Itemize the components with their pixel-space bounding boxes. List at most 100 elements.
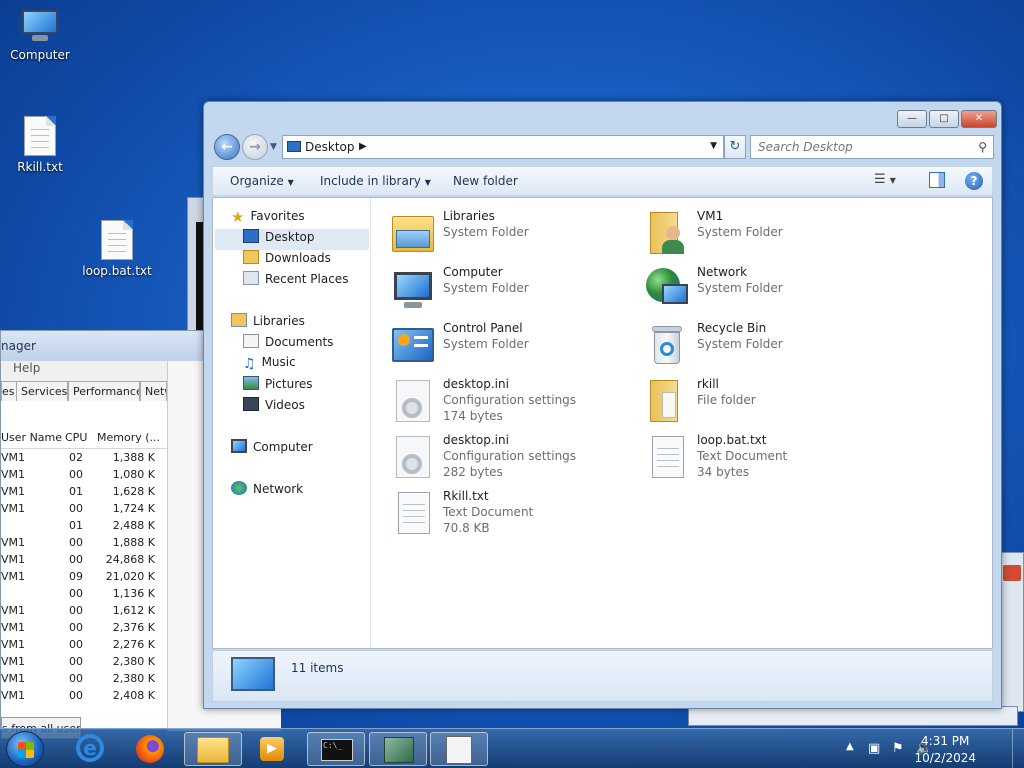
table-row[interactable]: VM1 00 1,612 K [1, 603, 167, 620]
cell-cpu: 00 [69, 468, 83, 481]
network-tray-icon[interactable]: ▣ [868, 741, 880, 756]
tab-performance[interactable]: Performance [68, 381, 140, 401]
nav-recent-places[interactable]: Recent Places [243, 271, 348, 292]
table-row[interactable]: VM1 00 2,380 K [1, 671, 167, 688]
table-row[interactable]: VM1 00 2,276 K [1, 637, 167, 654]
close-button[interactable]: ✕ [961, 110, 997, 128]
item-desktop-ini-2[interactable]: desktop.ini Configuration settings 282 b… [390, 430, 630, 484]
desktop-icon-label: Rkill.txt [17, 160, 63, 174]
clock[interactable]: 4:31 PM 10/2/2024 [914, 733, 976, 767]
background-window-right[interactable] [1000, 552, 1024, 712]
taskbar-media-player[interactable]: ▶ [244, 732, 302, 766]
tab-services[interactable]: Services [16, 381, 68, 401]
refresh-button[interactable]: ↻ [724, 135, 746, 159]
include-in-library-button[interactable]: Include in library ▼ [320, 174, 431, 188]
search-input[interactable] [758, 137, 958, 157]
table-row[interactable]: VM1 01 1,628 K [1, 484, 167, 501]
cell-cpu: 00 [69, 638, 83, 651]
nav-music[interactable]: ♫ Music [243, 355, 296, 376]
chevron-down-icon: ▼ [424, 178, 431, 187]
taskbar-task-manager[interactable] [369, 732, 427, 766]
item-loop-bat-txt[interactable]: loop.bat.txt Text Document 34 bytes [644, 430, 884, 484]
desktop-small-icon [287, 141, 301, 152]
minimize-button[interactable]: — [897, 110, 927, 128]
address-bar[interactable]: Desktop ▶ ▼ [282, 135, 724, 159]
column-cpu[interactable]: CPU [65, 431, 87, 444]
table-row[interactable]: VM1 00 24,868 K [1, 552, 167, 569]
recent-pages-dropdown-icon[interactable]: ▼ [270, 142, 277, 152]
task-manager-icon [384, 737, 414, 763]
item-rkill-folder[interactable]: rkill File folder [644, 374, 884, 428]
table-row[interactable]: VM1 00 1,080 K [1, 467, 167, 484]
forward-button[interactable]: → [242, 134, 268, 160]
explorer-window[interactable]: — □ ✕ ← → ▼ Desktop ▶ ▼ ↻ ⚲ Organize ▼ I… [203, 101, 1002, 709]
search-box[interactable]: ⚲ [750, 135, 994, 159]
cell-user-name: VM1 [1, 672, 26, 685]
taskbar-firefox[interactable] [122, 732, 180, 766]
item-recycle-bin[interactable]: Recycle Bin System Folder [644, 318, 884, 372]
taskbar-windows-explorer[interactable] [184, 732, 242, 766]
background-window-bottom[interactable] [688, 706, 1018, 726]
cell-memory: 2,380 K [112, 672, 155, 685]
nav-computer[interactable]: Computer [231, 439, 313, 460]
tab-processes[interactable]: es [1, 381, 17, 401]
table-row[interactable]: 00 1,136 K [1, 586, 167, 603]
show-hidden-icons-icon[interactable]: ▲ [846, 741, 854, 752]
table-row[interactable]: 01 2,488 K [1, 518, 167, 535]
taskbar-internet-explorer[interactable]: e [62, 732, 120, 766]
table-row[interactable]: VM1 02 1,388 K [1, 450, 167, 467]
item-rkill-txt[interactable]: Rkill.txt Text Document 70.8 KB [390, 486, 630, 540]
desktop-icon-computer[interactable]: Computer [0, 8, 80, 62]
search-icon[interactable]: ⚲ [978, 140, 987, 154]
maximize-button[interactable]: □ [929, 110, 959, 128]
show-desktop-button[interactable] [1012, 729, 1024, 768]
item-vm1[interactable]: VM1 System Folder [644, 206, 884, 260]
new-folder-button[interactable]: New folder [453, 174, 518, 188]
cell-memory: 1,724 K [112, 502, 155, 515]
item-control-panel[interactable]: Control Panel System Folder [390, 318, 630, 372]
breadcrumb-chevron-icon[interactable]: ▶ [359, 141, 367, 152]
desktop-icon-rkill-txt[interactable]: Rkill.txt [0, 116, 80, 174]
table-row[interactable]: VM1 09 21,020 K [1, 569, 167, 586]
cell-user-name: VM1 [1, 451, 26, 464]
column-memory[interactable]: Memory (... [97, 431, 160, 444]
details-desktop-icon [231, 657, 275, 691]
item-computer[interactable]: Computer System Folder [390, 262, 630, 316]
cell-memory: 21,020 K [105, 570, 155, 583]
address-dropdown-icon[interactable]: ▼ [710, 141, 717, 151]
nav-desktop[interactable]: Desktop [215, 229, 369, 250]
preview-pane-icon[interactable] [929, 172, 945, 188]
nav-libraries[interactable]: Libraries [231, 313, 305, 334]
nav-pictures[interactable]: Pictures [243, 376, 313, 397]
firefox-icon [136, 735, 164, 763]
nav-network[interactable]: Network [231, 481, 303, 502]
table-row[interactable]: VM1 00 2,376 K [1, 620, 167, 637]
table-row[interactable]: VM1 00 2,380 K [1, 654, 167, 671]
nav-downloads[interactable]: Downloads [243, 250, 331, 271]
item-network[interactable]: Network System Folder [644, 262, 884, 316]
start-button[interactable] [6, 731, 44, 767]
organize-button[interactable]: Organize ▼ [230, 174, 294, 188]
cell-memory: 24,868 K [105, 553, 155, 566]
table-row[interactable]: VM1 00 1,724 K [1, 501, 167, 518]
taskbar-command-prompt[interactable]: C:\_ [307, 732, 365, 766]
tab-networking[interactable]: Netw [140, 381, 167, 401]
back-button[interactable]: ← [214, 134, 240, 160]
help-icon[interactable]: ? [965, 172, 983, 190]
nav-favorites[interactable]: ★ Favorites [231, 208, 305, 229]
star-icon: ★ [231, 208, 245, 226]
action-center-flag-icon[interactable]: ⚑ [892, 741, 904, 756]
taskbar-notepad[interactable] [430, 732, 488, 766]
table-row[interactable]: VM1 00 2,408 K [1, 688, 167, 705]
item-libraries[interactable]: Libraries System Folder [390, 206, 630, 260]
table-row[interactable]: VM1 00 1,888 K [1, 535, 167, 552]
nav-documents[interactable]: Documents [243, 334, 333, 355]
item-desktop-ini-1[interactable]: desktop.ini Configuration settings 174 b… [390, 374, 630, 428]
desktop-icon-loop-bat-txt[interactable]: loop.bat.txt [77, 220, 157, 278]
address-desktop[interactable]: Desktop [305, 140, 355, 154]
change-view-icon[interactable]: ☰ ▼ [874, 172, 896, 187]
cell-cpu: 00 [69, 621, 83, 634]
nav-videos[interactable]: Videos [243, 397, 305, 418]
column-user-name[interactable]: User Name [1, 431, 62, 444]
command-bar: Organize ▼ Include in library ▼ New fold… [212, 166, 993, 196]
